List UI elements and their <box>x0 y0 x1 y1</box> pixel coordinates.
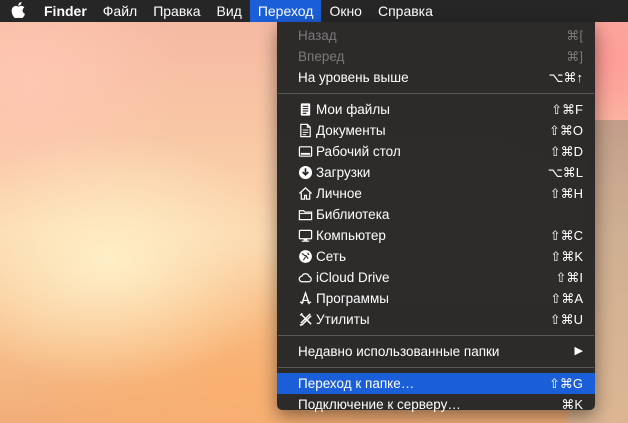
menu-item-label: Утилиты <box>316 312 370 327</box>
menu-go[interactable]: Переход <box>249 0 322 22</box>
apple-menu[interactable] <box>0 0 36 22</box>
menu-item-label: Переход к папке… <box>298 376 415 391</box>
menu-item-desktop[interactable]: Рабочий стол ⇧⌘D <box>277 141 595 162</box>
menu-edit[interactable]: Правка <box>145 0 208 22</box>
menu-item-label: Рабочий стол <box>316 144 401 159</box>
menu-item-documents[interactable]: Документы ⇧⌘O <box>277 120 595 141</box>
menu-item-label: Подключение к серверу… <box>298 397 461 412</box>
shortcut-label: ⌘] <box>566 49 583 64</box>
home-icon <box>297 186 313 202</box>
menu-item-label: Программы <box>316 291 389 306</box>
shortcut-label: ⌥⌘L <box>547 165 583 180</box>
shortcut-label: ⌥⌘↑ <box>548 70 583 85</box>
menu-item-back[interactable]: Назад ⌘[ <box>277 25 595 46</box>
cloud-icon <box>297 270 313 286</box>
submenu-arrow-icon: ▶ <box>574 345 583 357</box>
shortcut-label: ⇧⌘A <box>550 291 583 306</box>
shortcut-label: ⇧⌘G <box>548 376 583 391</box>
menu-item-go-to-folder[interactable]: Переход к папке… ⇧⌘G <box>277 373 595 394</box>
menu-item-label: Вперед <box>298 49 345 64</box>
shortcut-label: ⇧⌘I <box>555 270 583 285</box>
menu-item-label: Личное <box>316 186 362 201</box>
shortcut-label: ⌘[ <box>566 28 583 43</box>
shortcut-label: ⇧⌘C <box>549 228 583 243</box>
shortcut-label: ⇧⌘U <box>549 312 583 327</box>
menu-separator <box>278 367 594 368</box>
menu-item-label: Загрузки <box>316 165 371 180</box>
menu-item-label: Мои файлы <box>316 102 390 117</box>
menu-item-network[interactable]: Сеть ⇧⌘K <box>277 246 595 267</box>
menu-item-computer[interactable]: Компьютер ⇧⌘C <box>277 225 595 246</box>
menu-item-enclosing-folder[interactable]: На уровень выше ⌥⌘↑ <box>277 67 595 88</box>
menu-help[interactable]: Справка <box>370 0 441 22</box>
applications-icon <box>297 291 313 307</box>
shortcut-label: ⇧⌘D <box>549 144 583 159</box>
menu-item-label: Назад <box>298 28 337 43</box>
documents-icon <box>297 123 313 139</box>
menu-item-my-files[interactable]: Мои файлы ⇧⌘F <box>277 99 595 120</box>
menu-separator <box>278 93 594 94</box>
utilities-icon <box>297 312 313 328</box>
shortcut-label: ⇧⌘H <box>549 186 583 201</box>
menu-item-label: iCloud Drive <box>316 270 390 285</box>
menu-item-connect-to-server[interactable]: Подключение к серверу… ⌘K <box>277 394 595 415</box>
computer-icon <box>297 228 313 244</box>
menu-item-forward[interactable]: Вперед ⌘] <box>277 46 595 67</box>
menu-item-label: Документы <box>316 123 386 138</box>
network-icon <box>297 249 313 265</box>
my-files-icon <box>297 102 313 118</box>
menu-item-utilities[interactable]: Утилиты ⇧⌘U <box>277 309 595 330</box>
menu-item-label: Сеть <box>316 249 347 264</box>
menu-item-recent-folders[interactable]: Недавно использованные папки ▶ <box>277 341 595 362</box>
apple-logo-icon <box>11 1 25 21</box>
menu-item-library[interactable]: Библиотека <box>277 204 595 225</box>
menu-separator <box>278 335 594 336</box>
desktop-icon <box>297 144 313 160</box>
menu-finder[interactable]: Finder <box>36 0 95 22</box>
shortcut-label: ⇧⌘F <box>551 102 583 117</box>
menu-item-applications[interactable]: Программы ⇧⌘A <box>277 288 595 309</box>
menu-item-downloads[interactable]: Загрузки ⌥⌘L <box>277 162 595 183</box>
shortcut-label: ⇧⌘K <box>550 249 583 264</box>
menu-item-label: Библиотека <box>316 207 390 222</box>
shortcut-label: ⌘K <box>561 397 583 412</box>
menu-item-label: Компьютер <box>316 228 386 243</box>
menu-item-home[interactable]: Личное ⇧⌘H <box>277 183 595 204</box>
menu-window[interactable]: Окно <box>321 0 370 22</box>
menu-item-icloud-drive[interactable]: iCloud Drive ⇧⌘I <box>277 267 595 288</box>
menu-bar: Finder Файл Правка Вид Переход Окно Спра… <box>0 0 628 22</box>
menu-item-label: Недавно использованные папки <box>298 344 500 359</box>
shortcut-label: ⇧⌘O <box>548 123 583 138</box>
go-menu-dropdown: Назад ⌘[ Вперед ⌘] На уровень выше ⌥⌘↑ М… <box>277 22 595 412</box>
menu-view[interactable]: Вид <box>209 0 250 22</box>
menu-item-label: На уровень выше <box>298 70 409 85</box>
folder-icon <box>297 207 313 223</box>
downloads-icon <box>297 165 313 181</box>
menu-file[interactable]: Файл <box>95 0 145 22</box>
